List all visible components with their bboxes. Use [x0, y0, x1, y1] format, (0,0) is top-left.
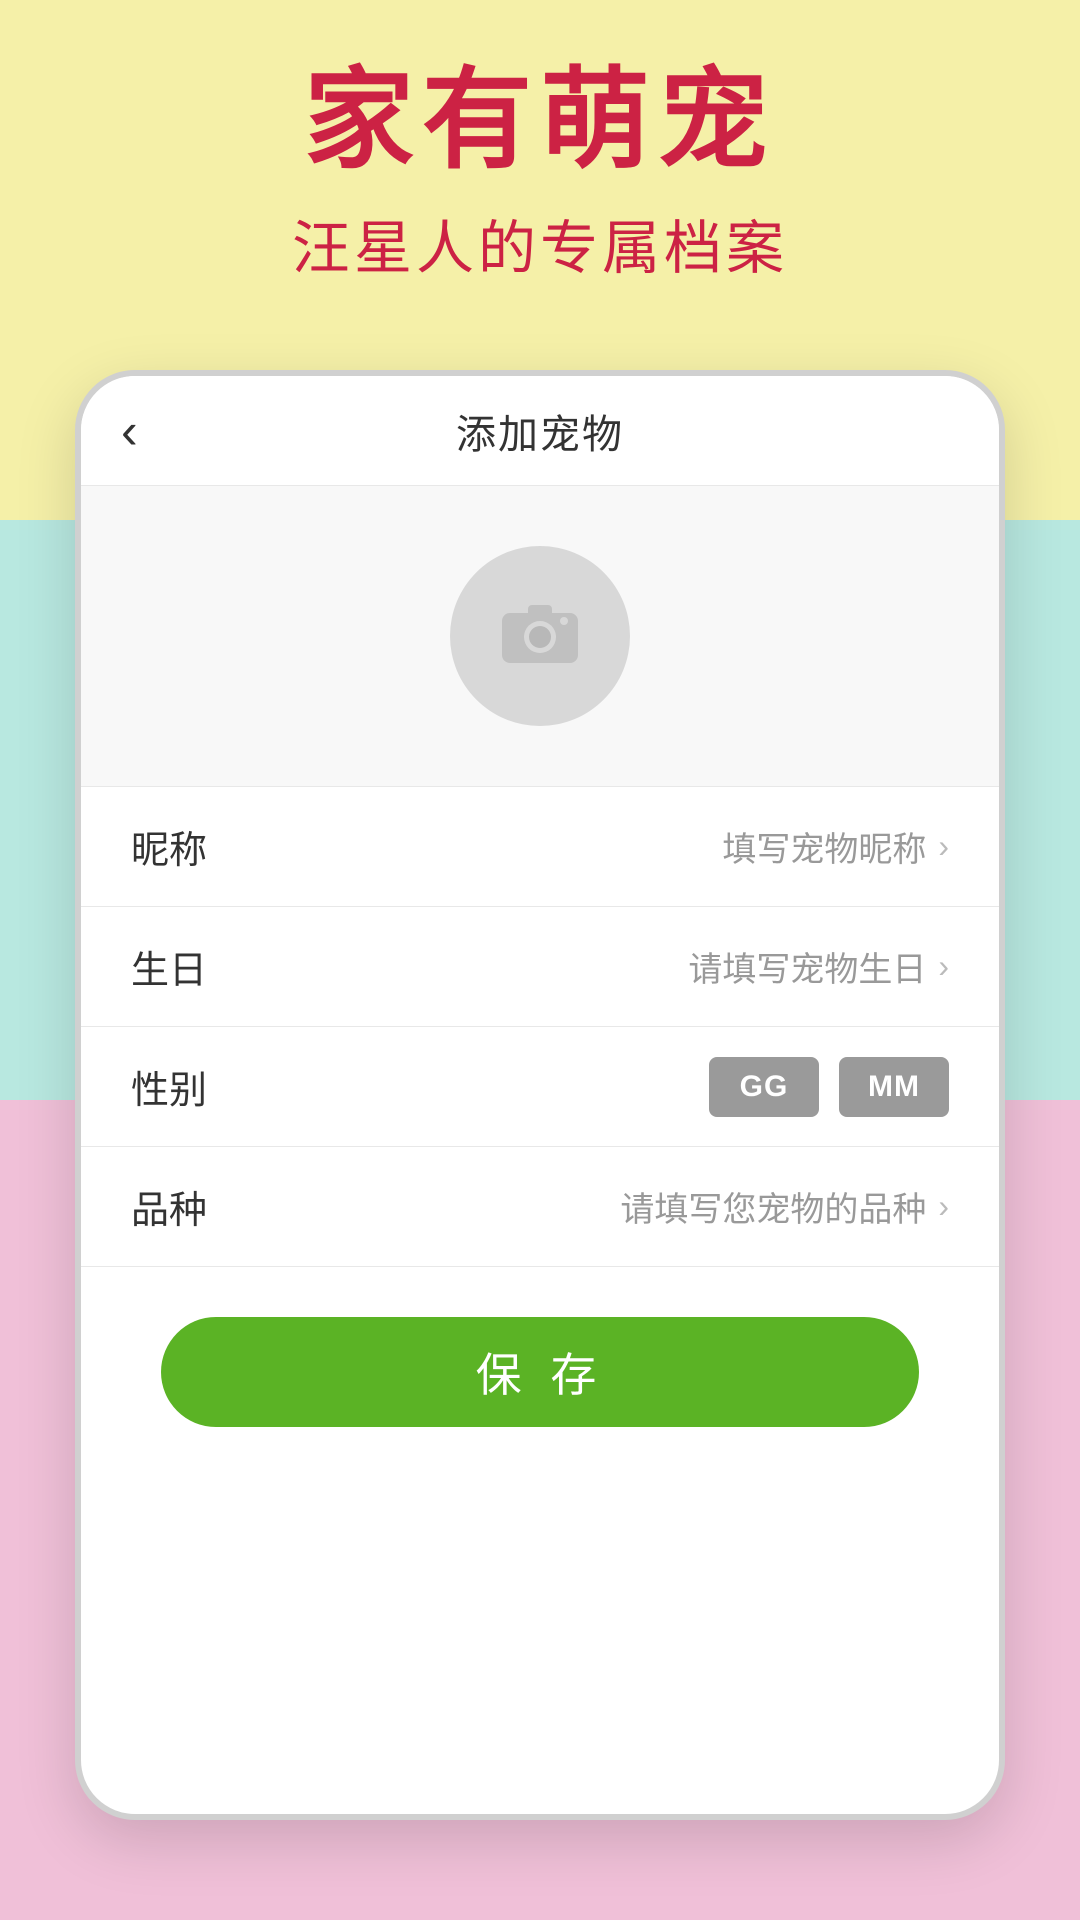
birthday-placeholder: 请填写宠物生日	[688, 942, 926, 991]
nav-title: 添加宠物	[456, 402, 624, 460]
birthday-label: 生日	[131, 939, 207, 994]
photo-upload-button[interactable]	[450, 546, 630, 726]
form-section: 昵称 填写宠物昵称 › 生日 请填写宠物生日 › 性别 GG MM 品种	[81, 787, 999, 1267]
breed-placeholder: 请填写您宠物的品种	[620, 1182, 926, 1231]
gender-row: 性别 GG MM	[81, 1027, 999, 1147]
nickname-placeholder: 填写宠物昵称	[722, 822, 926, 871]
nickname-chevron-icon: ›	[938, 828, 949, 865]
nickname-row[interactable]: 昵称 填写宠物昵称 ›	[81, 787, 999, 907]
photo-upload-section	[81, 486, 999, 787]
save-section: 保 存	[81, 1267, 999, 1477]
gender-gg-button[interactable]: GG	[709, 1057, 819, 1117]
gender-label: 性别	[131, 1059, 207, 1114]
hero-section: 家有萌宠 汪星人的专属档案	[0, 60, 1080, 285]
nickname-label: 昵称	[131, 819, 207, 874]
breed-value[interactable]: 请填写您宠物的品种 ›	[620, 1182, 949, 1231]
hero-subtitle: 汪星人的专属档案	[0, 201, 1080, 285]
gender-mm-button[interactable]: MM	[839, 1057, 949, 1117]
hero-title: 家有萌宠	[0, 60, 1080, 181]
birthday-value[interactable]: 请填写宠物生日 ›	[688, 942, 949, 991]
nickname-value[interactable]: 填写宠物昵称 ›	[722, 822, 949, 871]
breed-row[interactable]: 品种 请填写您宠物的品种 ›	[81, 1147, 999, 1267]
camera-icon	[500, 595, 580, 678]
phone-frame: ‹ 添加宠物 昵称 填写宠物昵称 ›	[75, 370, 1005, 1820]
nav-bar: ‹ 添加宠物	[81, 376, 999, 486]
birthday-row[interactable]: 生日 请填写宠物生日 ›	[81, 907, 999, 1027]
breed-chevron-icon: ›	[938, 1188, 949, 1225]
gender-buttons: GG MM	[709, 1057, 949, 1117]
save-button[interactable]: 保 存	[161, 1317, 919, 1427]
back-button[interactable]: ‹	[121, 402, 138, 460]
birthday-chevron-icon: ›	[938, 948, 949, 985]
breed-label: 品种	[131, 1179, 207, 1234]
